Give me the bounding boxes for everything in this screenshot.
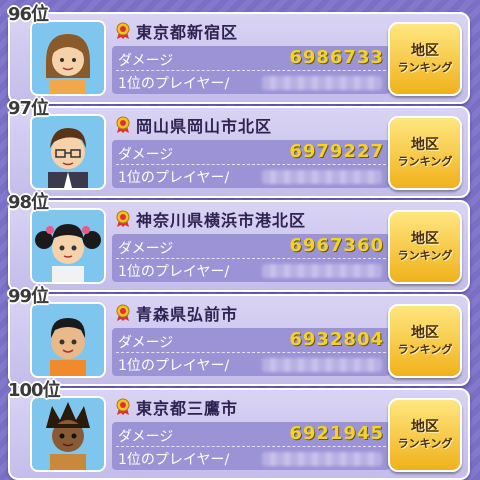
- damage-value: 6932804: [289, 329, 384, 350]
- medal-icon: [116, 398, 130, 415]
- area-ranking-button[interactable]: 地区 ランキング: [388, 210, 462, 284]
- prefecture-line: 神奈川県横浜市港北区: [114, 208, 392, 230]
- divider: [116, 446, 386, 447]
- stats-panel: ダメージ 6979227 1位のプレイヤー/: [112, 140, 390, 188]
- female-teacher-avatar: [30, 20, 106, 96]
- damage-value: 6979227: [289, 141, 384, 162]
- ranking-row: 98位 神奈川県横浜市港北区 ダメージ 6967360 1位のプレイヤー/ 地区…: [8, 192, 470, 292]
- medal-icon: [116, 304, 130, 321]
- blurred-player-name: [262, 264, 382, 278]
- blurred-player-name: [262, 452, 382, 466]
- button-line2: ランキング: [397, 248, 453, 262]
- boy-avatar: [30, 302, 106, 378]
- prefecture-line: 東京都新宿区: [114, 20, 392, 42]
- prefecture-line: 青森県弘前市: [114, 302, 392, 324]
- damage-label: ダメージ: [118, 241, 174, 257]
- prefecture-line: 東京都三鷹市: [114, 396, 392, 418]
- twin-tail-girl-avatar: [30, 208, 106, 284]
- area-ranking-button[interactable]: 地区 ランキング: [388, 304, 462, 378]
- top-player-label: 1位のプレイヤー/: [118, 358, 230, 374]
- medal-icon: [116, 116, 130, 133]
- rank-label: 99位: [8, 286, 49, 307]
- prefecture-name: 岡山県岡山市北区: [136, 117, 273, 136]
- button-line2: ランキング: [397, 154, 453, 168]
- stats-panel: ダメージ 6932804 1位のプレイヤー/: [112, 328, 390, 376]
- ranking-row: 97位 岡山県岡山市北区 ダメージ 6979227 1位のプレイヤー/ 地区 ラ…: [8, 98, 470, 198]
- damage-value: 6986733: [289, 47, 384, 68]
- prefecture-name: 東京都新宿区: [136, 23, 239, 42]
- button-line1: 地区: [411, 419, 439, 436]
- stats-panel: ダメージ 6967360 1位のプレイヤー/: [112, 234, 390, 282]
- button-line2: ランキング: [397, 342, 453, 356]
- damage-label: ダメージ: [118, 429, 174, 445]
- top-player-label: 1位のプレイヤー/: [118, 264, 230, 280]
- prefecture-name: 神奈川県横浜市港北区: [136, 211, 307, 230]
- damage-value: 6967360: [289, 235, 384, 256]
- spiky-hair-boy-avatar: [30, 396, 106, 472]
- divider: [116, 70, 386, 71]
- stats-panel: ダメージ 6921945 1位のプレイヤー/: [112, 422, 390, 470]
- button-line2: ランキング: [397, 436, 453, 450]
- rank-label: 97位: [8, 98, 49, 119]
- area-ranking-button[interactable]: 地区 ランキング: [388, 22, 462, 96]
- top-player-label: 1位のプレイヤー/: [118, 76, 230, 92]
- divider: [116, 258, 386, 259]
- top-player-label: 1位のプレイヤー/: [118, 452, 230, 468]
- blurred-player-name: [262, 76, 382, 90]
- medal-icon: [116, 210, 130, 227]
- damage-value: 6921945: [289, 423, 384, 444]
- blurred-player-name: [262, 358, 382, 372]
- button-line1: 地区: [411, 325, 439, 342]
- rank-label: 96位: [8, 4, 49, 25]
- prefecture-name: 青森県弘前市: [136, 305, 239, 324]
- ranking-row: 99位 青森県弘前市 ダメージ 6932804 1位のプレイヤー/ 地区 ランキ…: [8, 286, 470, 386]
- ranking-row: 100位 東京都三鷹市 ダメージ 6921945 1位のプレイヤー/ 地区 ラン…: [8, 380, 470, 480]
- divider: [116, 164, 386, 165]
- damage-label: ダメージ: [118, 335, 174, 351]
- button-line1: 地区: [411, 137, 439, 154]
- damage-label: ダメージ: [118, 53, 174, 69]
- glasses-man-avatar: [30, 114, 106, 190]
- blurred-player-name: [262, 170, 382, 184]
- button-line2: ランキング: [397, 60, 453, 74]
- button-line1: 地区: [411, 231, 439, 248]
- prefecture-name: 東京都三鷹市: [136, 399, 239, 418]
- button-line1: 地区: [411, 43, 439, 60]
- area-ranking-button[interactable]: 地区 ランキング: [388, 398, 462, 472]
- rank-label: 98位: [8, 192, 49, 213]
- top-player-label: 1位のプレイヤー/: [118, 170, 230, 186]
- stats-panel: ダメージ 6986733 1位のプレイヤー/: [112, 46, 390, 94]
- divider: [116, 352, 386, 353]
- ranking-row: 96位 東京都新宿区 ダメージ 6986733 1位のプレイヤー/ 地区 ランキ…: [8, 4, 470, 104]
- rank-label: 100位: [8, 380, 61, 401]
- prefecture-line: 岡山県岡山市北区: [114, 114, 392, 136]
- damage-label: ダメージ: [118, 147, 174, 163]
- area-ranking-button[interactable]: 地区 ランキング: [388, 116, 462, 190]
- medal-icon: [116, 22, 130, 39]
